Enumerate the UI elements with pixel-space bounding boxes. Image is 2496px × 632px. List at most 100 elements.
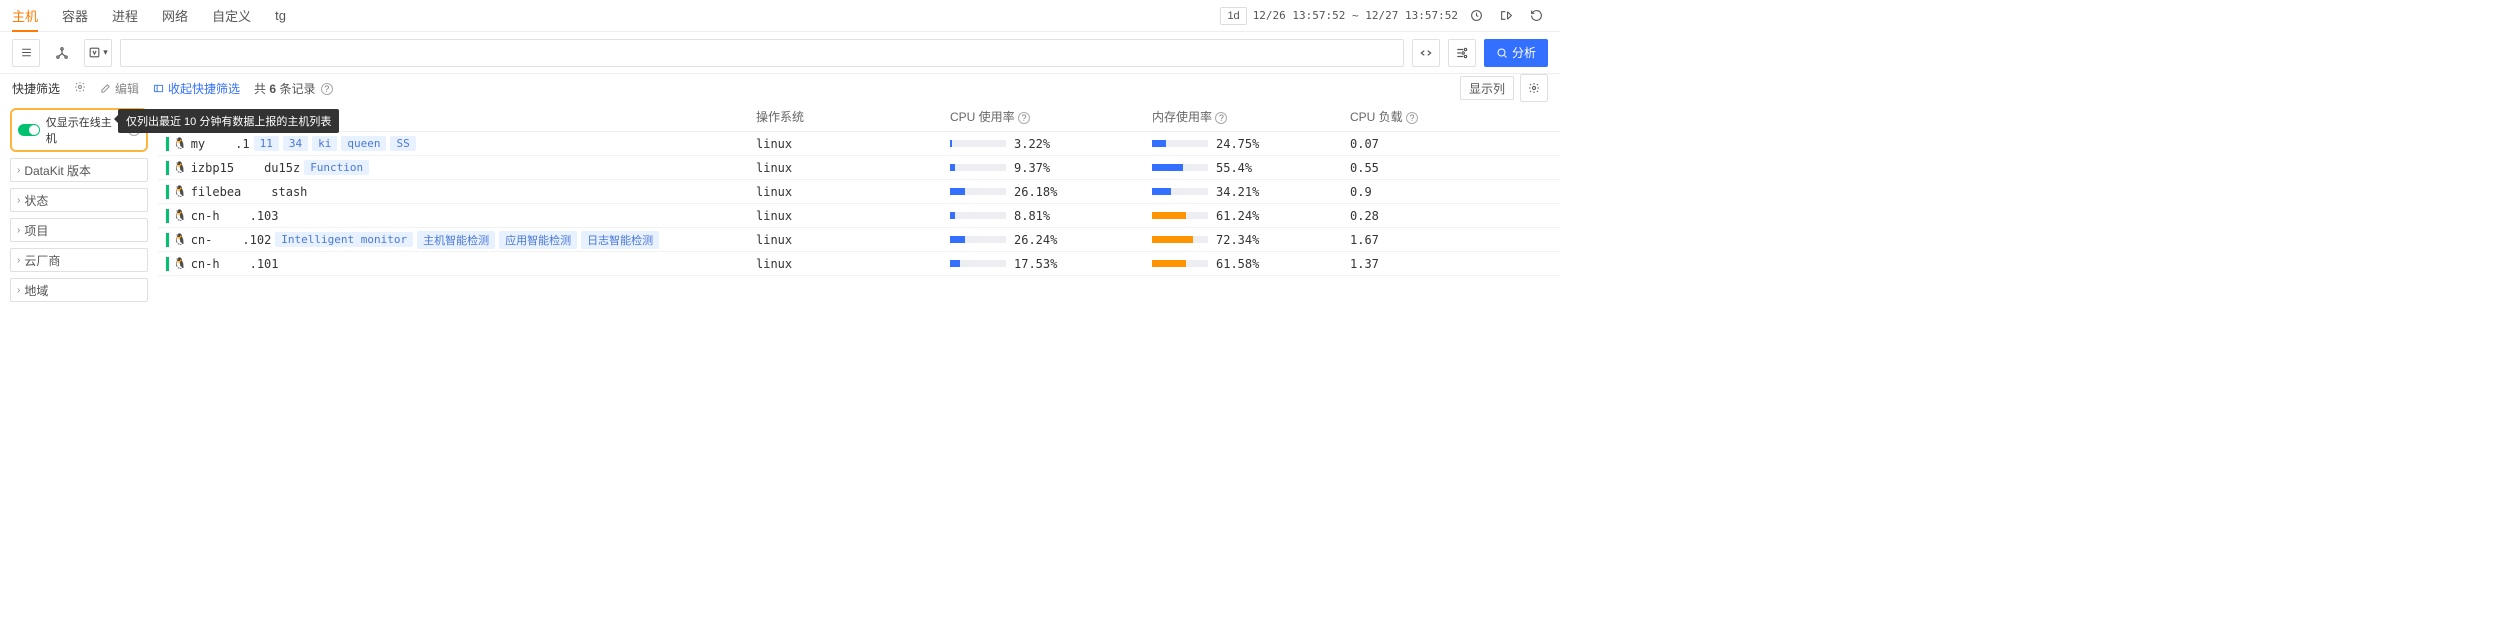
cpu-value: 3.22% bbox=[1014, 137, 1062, 151]
table-row[interactable]: 🐧myxxxxx.11134kiqueenSSlinux3.22%24.75%0… bbox=[158, 132, 1560, 156]
sidebar-item[interactable]: ›状态 bbox=[10, 188, 148, 212]
mem-meter bbox=[1152, 212, 1208, 219]
th-load[interactable]: CPU 负载 ? bbox=[1350, 108, 1560, 125]
status-indicator bbox=[166, 257, 169, 271]
cpu-value: 8.81% bbox=[1014, 209, 1062, 223]
load-value: 0.07 bbox=[1350, 137, 1560, 151]
mem-meter bbox=[1152, 164, 1208, 171]
online-hosts-toggle[interactable] bbox=[18, 124, 40, 136]
refresh-icon[interactable] bbox=[1524, 4, 1548, 28]
tab-tg[interactable]: tg bbox=[275, 0, 286, 31]
settings-filter-icon[interactable] bbox=[1448, 39, 1476, 67]
table-row[interactable]: 🐧cn-hxxxxx.103linux8.81%61.24%0.28 bbox=[158, 204, 1560, 228]
os-cell: linux bbox=[756, 137, 950, 151]
list-view-icon[interactable] bbox=[12, 39, 40, 67]
th-os[interactable]: 操作系统 bbox=[756, 108, 950, 125]
hostname: myxxxxx.1 bbox=[191, 137, 250, 151]
host-tag[interactable]: ki bbox=[312, 136, 337, 151]
top-tabs: 主机容器进程网络自定义 tg bbox=[12, 0, 286, 31]
analyze-button[interactable]: 分析 bbox=[1484, 39, 1548, 67]
code-icon[interactable] bbox=[1412, 39, 1440, 67]
edit-link[interactable]: 编辑 bbox=[100, 80, 139, 97]
host-table: 操作系统 CPU 使用率 ? 内存使用率 ? CPU 负载 ? 🐧 myxxxxx… bbox=[158, 102, 1560, 308]
mem-value: 72.34% bbox=[1216, 233, 1264, 247]
sidebar-item[interactable]: ›云厂商 bbox=[10, 248, 148, 272]
table-row[interactable]: 🐧izbp15xxxxxdu15zFunctionlinux9.37%55.4%… bbox=[158, 156, 1560, 180]
cpu-meter bbox=[950, 260, 1006, 267]
topology-view-icon[interactable] bbox=[48, 39, 76, 67]
sidebar-item[interactable]: ›地域 bbox=[10, 278, 148, 302]
help-icon[interactable]: ? bbox=[1215, 112, 1227, 124]
collapse-filter-link[interactable]: 收起快捷筛选 bbox=[153, 80, 240, 97]
th-cpu[interactable]: CPU 使用率 ? bbox=[950, 108, 1152, 125]
cpu-meter bbox=[950, 164, 1006, 171]
table-row[interactable]: 🐧 cn-xxxxx.102Intelligent monitor 主机智能检测应用… bbox=[158, 228, 1560, 252]
os-icon: 🐧 bbox=[173, 257, 187, 270]
cpu-value: 9.37% bbox=[1014, 161, 1062, 175]
host-tag[interactable]: 主机智能检测 bbox=[417, 231, 495, 249]
hostname: cn-hxxxxx.103 bbox=[191, 209, 279, 223]
cpu-meter bbox=[950, 140, 1006, 147]
cpu-value: 26.24% bbox=[1014, 233, 1062, 247]
help-icon[interactable]: ? bbox=[1406, 112, 1418, 124]
pause-icon[interactable] bbox=[1494, 4, 1518, 28]
show-columns-button[interactable]: 显示列 bbox=[1460, 76, 1514, 100]
host-tag[interactable]: queen bbox=[341, 136, 386, 151]
chevron-right-icon: › bbox=[17, 255, 20, 266]
help-icon[interactable]: ? bbox=[321, 83, 333, 95]
mem-value: 34.21% bbox=[1216, 185, 1264, 199]
hostname: cn-xxxxx.102 bbox=[191, 233, 272, 247]
table-row[interactable]: 🐧filebeaxxxxxstashlinux26.18%34.21%0.9 bbox=[158, 180, 1560, 204]
hostname: cn-hxxxxx.101 bbox=[191, 257, 279, 271]
host-tag[interactable]: 34 bbox=[283, 136, 308, 151]
online-hosts-tooltip: 仅列出最近 10 分钟有数据上报的主机列表 bbox=[118, 109, 339, 133]
cpu-meter bbox=[950, 236, 1006, 243]
hostname: izbp15xxxxxdu15z bbox=[191, 161, 300, 175]
status-indicator bbox=[166, 161, 169, 175]
os-cell: linux bbox=[756, 209, 950, 223]
load-value: 0.55 bbox=[1350, 161, 1560, 175]
column-settings-icon[interactable] bbox=[1520, 74, 1548, 102]
tab-自定义[interactable]: 自定义 bbox=[212, 0, 251, 31]
host-tag[interactable]: Intelligent monitor bbox=[275, 232, 413, 247]
online-hosts-toggle-row: 仅显示在线主机 ? 仅列出最近 10 分钟有数据上报的主机列表 bbox=[10, 108, 148, 152]
sidebar-item[interactable]: ›DataKit 版本 bbox=[10, 158, 148, 182]
sidebar-item[interactable]: ›项目 bbox=[10, 218, 148, 242]
search-input[interactable] bbox=[120, 39, 1404, 67]
status-indicator bbox=[166, 233, 169, 247]
chevron-right-icon: › bbox=[17, 225, 20, 236]
load-value: 0.28 bbox=[1350, 209, 1560, 223]
load-value: 1.37 bbox=[1350, 257, 1560, 271]
table-row[interactable]: 🐧cn-hxxxxx.101linux17.53%61.58%1.37 bbox=[158, 252, 1560, 276]
tab-容器[interactable]: 容器 bbox=[62, 0, 88, 31]
time-preset-button[interactable]: 1d bbox=[1220, 7, 1246, 25]
os-icon: 🐧 bbox=[173, 161, 187, 174]
time-range-text: 12/26 13:57:52 ~ 12/27 13:57:52 bbox=[1253, 9, 1458, 22]
tab-进程[interactable]: 进程 bbox=[112, 0, 138, 31]
gear-icon[interactable] bbox=[74, 81, 86, 96]
clock-icon[interactable] bbox=[1464, 4, 1488, 28]
status-indicator bbox=[166, 137, 169, 151]
mem-value: 61.24% bbox=[1216, 209, 1264, 223]
host-tag[interactable]: Function bbox=[304, 160, 369, 175]
host-tag[interactable]: 应用智能检测 bbox=[499, 231, 577, 249]
cpu-meter bbox=[950, 212, 1006, 219]
chevron-right-icon: › bbox=[17, 195, 20, 206]
cpu-value: 17.53% bbox=[1014, 257, 1062, 271]
host-tag[interactable]: 日志智能检测 bbox=[581, 231, 659, 249]
host-tag[interactable]: 11 bbox=[254, 136, 279, 151]
mem-meter bbox=[1152, 236, 1208, 243]
help-icon[interactable]: ? bbox=[1018, 112, 1030, 124]
host-tag[interactable]: SS bbox=[390, 136, 415, 151]
time-range: 1d 12/26 13:57:52 ~ 12/27 13:57:52 bbox=[1220, 4, 1548, 28]
mem-value: 55.4% bbox=[1216, 161, 1264, 175]
data-source-icon[interactable]: ▾ bbox=[84, 39, 112, 67]
tab-主机[interactable]: 主机 bbox=[12, 0, 38, 31]
tab-网络[interactable]: 网络 bbox=[162, 0, 188, 31]
cpu-value: 26.18% bbox=[1014, 185, 1062, 199]
load-value: 0.9 bbox=[1350, 185, 1560, 199]
os-icon: 🐧 bbox=[173, 233, 187, 246]
cpu-meter bbox=[950, 188, 1006, 195]
th-mem[interactable]: 内存使用率 ? bbox=[1152, 108, 1350, 125]
os-cell: linux bbox=[756, 185, 950, 199]
